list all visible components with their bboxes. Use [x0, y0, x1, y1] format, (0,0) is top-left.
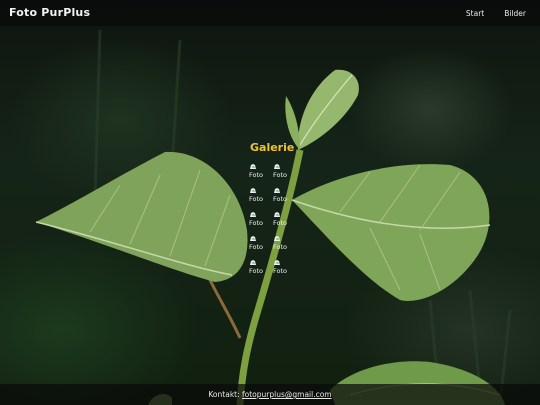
top-navigation-bar: Foto PurPlus Start Bilder — [0, 0, 540, 26]
broken-image-icon — [250, 236, 256, 241]
nav-link-start[interactable]: Start — [466, 9, 484, 18]
nav-link-bilder[interactable]: Bilder — [504, 9, 526, 18]
gallery-item-caption: Foto — [249, 267, 264, 275]
contact-label: Kontakt: — [208, 390, 240, 399]
contact-email-link[interactable]: fotopurplus@gmail.com — [242, 390, 332, 399]
broken-image-icon — [250, 188, 256, 193]
main-nav: Start Bilder — [466, 9, 526, 18]
gallery-item-caption: Foto — [249, 171, 264, 179]
gallery-item[interactable]: Foto — [273, 235, 297, 254]
gallery-item[interactable]: Foto — [249, 211, 273, 230]
gallery-item[interactable]: Foto — [249, 187, 273, 206]
broken-image-icon — [250, 260, 256, 265]
gallery-item[interactable]: Foto — [249, 259, 273, 278]
broken-image-icon — [274, 236, 280, 241]
gallery-item[interactable]: Foto — [249, 235, 273, 254]
gallery-item[interactable]: Foto — [273, 163, 297, 182]
gallery-item-caption: Foto — [273, 243, 288, 251]
gallery-item-caption: Foto — [249, 219, 264, 227]
gallery-item[interactable]: Foto — [273, 187, 297, 206]
gallery-item[interactable]: Foto — [249, 163, 273, 182]
gallery-item[interactable]: Foto — [273, 211, 297, 230]
site-brand-link[interactable]: Foto PurPlus — [9, 6, 90, 19]
broken-image-icon — [274, 164, 280, 169]
gallery-item-caption: Foto — [273, 219, 288, 227]
gallery-item-caption: Foto — [273, 171, 288, 179]
broken-image-icon — [274, 260, 280, 265]
footer-bar: Kontakt: fotopurplus@gmail.com — [0, 384, 540, 405]
gallery-item-caption: Foto — [249, 243, 264, 251]
gallery-item[interactable]: Foto — [273, 259, 297, 278]
gallery-item-caption: Foto — [273, 195, 288, 203]
broken-image-icon — [250, 212, 256, 217]
broken-image-icon — [250, 164, 256, 169]
broken-image-icon — [274, 212, 280, 217]
gallery-item-caption: Foto — [249, 195, 264, 203]
gallery-title: Galerie — [250, 141, 295, 154]
broken-image-icon — [274, 188, 280, 193]
gallery-item-caption: Foto — [273, 267, 288, 275]
gallery-grid: Foto Foto Foto Foto Foto Foto Foto Foto … — [249, 163, 297, 278]
